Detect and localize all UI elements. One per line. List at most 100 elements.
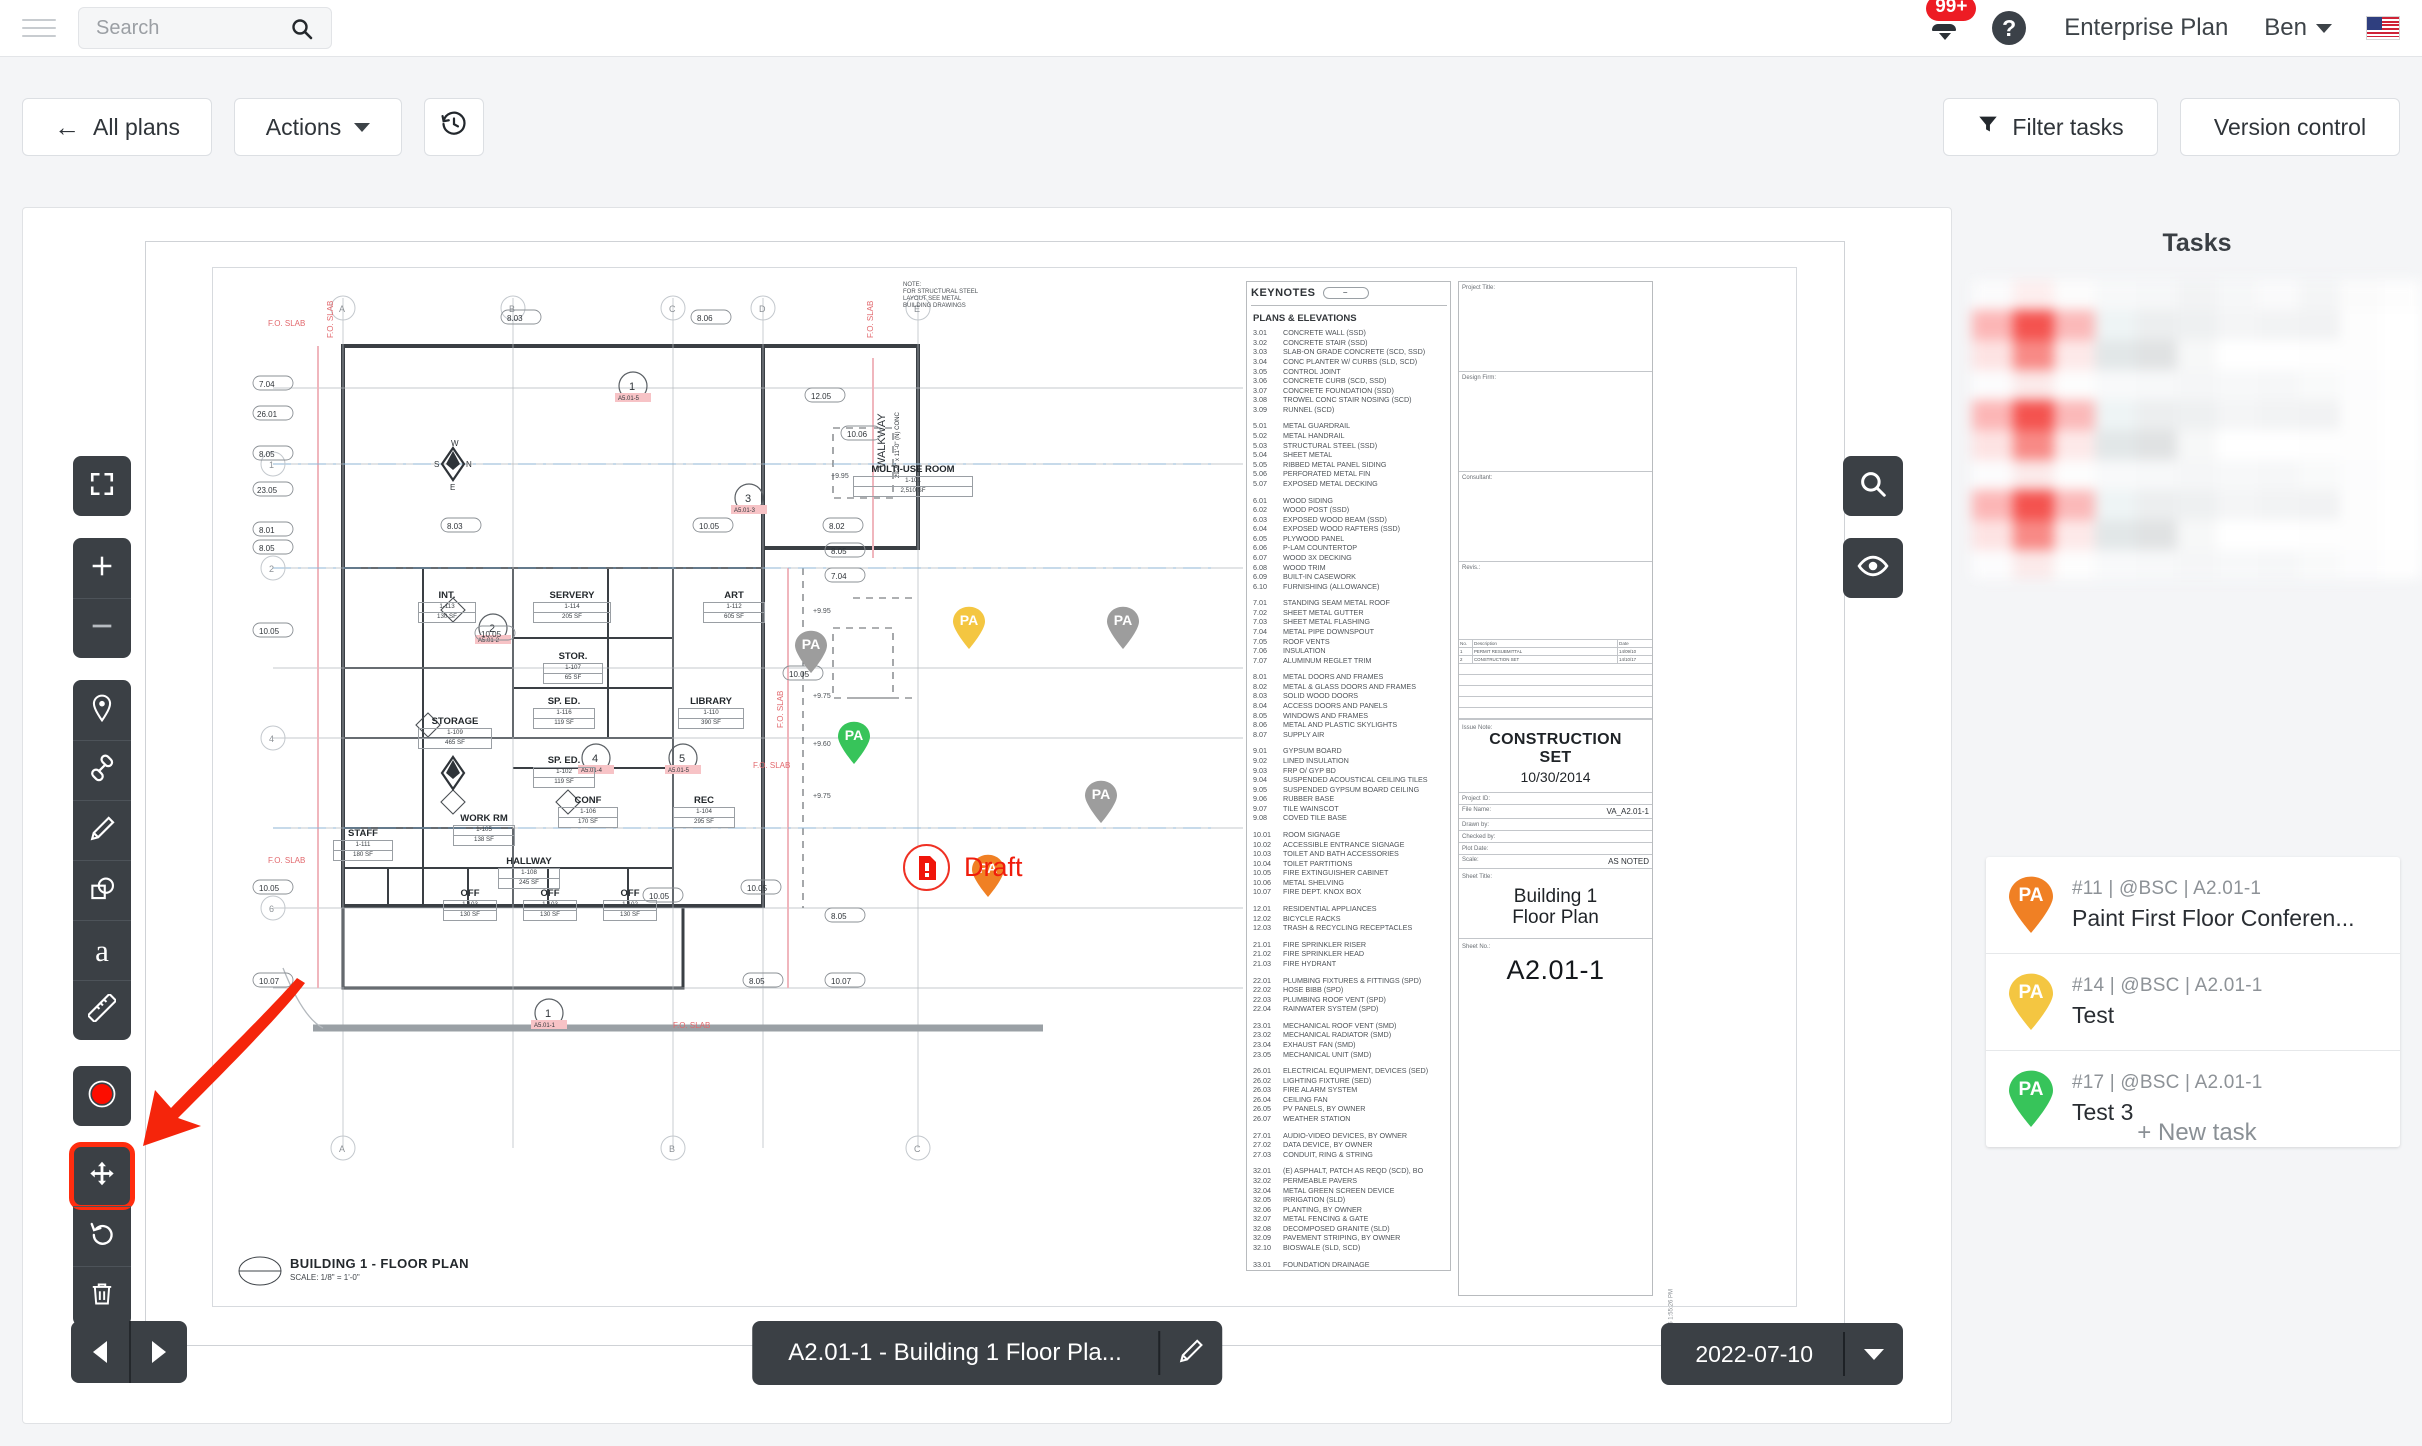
keynote-item: 9.02 LINED INSULATION [1251,756,1447,766]
revision-no: 1 [1459,648,1473,655]
undo-tool-button[interactable] [73,1206,131,1266]
keynote-item: 27.02 DATA DEVICE, BY OWNER [1251,1140,1447,1150]
keynote-item: 8.02 METAL & GLASS DOORS AND FRAMES [1251,682,1447,692]
keynote-code: 3.02 [1253,337,1267,347]
blurred-cell [2340,370,2382,400]
blurred-cell [1972,370,2013,400]
zoom-in-tool-button[interactable] [73,538,131,598]
blurred-cell [2217,490,2259,520]
sheet-name-pill[interactable]: A2.01-1 - Building 1 Floor Pla... [752,1321,1222,1385]
room-number: 1-104 [674,808,734,818]
room-label: OFF 1-102 130 SF [603,888,657,921]
link-tool-button[interactable] [73,740,131,800]
keynote-item: 32.10 BIOSWALE (SLD, SCD) [1251,1243,1447,1253]
svg-text:10.07: 10.07 [831,977,852,986]
ruler-icon [86,992,118,1027]
keynote-item: 26.02 LIGHTING FIXTURE (SED) [1251,1076,1447,1086]
version-date-dropdown-button[interactable] [1845,1348,1903,1360]
fullscreen-tool-button[interactable] [73,456,131,516]
delete-tool-button[interactable] [73,1266,131,1326]
keynotes-collapse-pill[interactable]: – [1322,287,1369,300]
plan-markup-pin[interactable]: PA [952,606,986,650]
notifications-button[interactable]: 99+ [1918,0,1977,50]
text-tool-button[interactable]: a [73,920,131,980]
plan-markup-pin[interactable]: PA [837,721,871,765]
plan-markup-pin[interactable]: PA [1106,606,1140,650]
blurred-cell [2217,460,2259,490]
blurred-row [1972,310,2422,340]
actions-button[interactable]: Actions [234,98,402,156]
hamburger-menu-icon[interactable] [22,15,56,41]
room-name: LIBRARY [690,696,732,707]
version-control-label: Version control [2213,113,2367,140]
history-button[interactable] [424,98,484,156]
measure-tool-button[interactable] [73,980,131,1040]
room-info-box: 1-102 130 SF [603,900,657,921]
record-tool-button[interactable] [73,1066,131,1126]
new-task-button[interactable]: + New task [1972,1119,2422,1147]
keynote-code: 22.02 [1253,985,1271,995]
search-icon [290,17,314,46]
blurred-cell [2135,460,2177,490]
version-date-pill[interactable]: 2022-07-10 [1661,1323,1903,1385]
search-input[interactable] [79,16,274,40]
user-menu[interactable]: Ben [2264,14,2332,42]
keynote-item: 6.03 EXPOSED WOOD BEAM (SSD) [1251,515,1447,525]
plan-markup-pin[interactable]: PA [1084,780,1118,824]
svg-text:B: B [669,1144,675,1154]
svg-text:7.04: 7.04 [831,572,847,581]
keynote-code: 3.06 [1253,376,1267,386]
search-box[interactable] [78,7,332,49]
svg-text:26.01: 26.01 [257,410,278,419]
plan-viewer[interactable]: AB CD E 12 46 AB C W N S E 1 A5.01-5 3 A… [22,207,1952,1424]
keynote-item: 3.08 TROWEL CONC STAIR NOSING (SCD) [1251,395,1447,405]
keynote-code: 9.05 [1253,784,1267,794]
move-tool-button[interactable] [69,1142,135,1210]
keynote-code: 5.05 [1253,459,1267,469]
svg-text:10.05: 10.05 [481,630,502,639]
room-label: REC 1-104 295 SF [673,795,735,828]
blurred-cell [2135,550,2177,579]
room-area: 119 SF [554,777,574,785]
plan-tier-label: Enterprise Plan [2064,14,2229,41]
blurred-cell [2381,280,2422,310]
keynote-code: 26.04 [1253,1094,1271,1104]
zoom-out-tool-button[interactable] [73,598,131,658]
keynote-item: 23.01 MECHANICAL ROOF VENT (SMD) [1251,1021,1447,1031]
keynote-text: WEATHER STATION [1283,1114,1351,1124]
draw-tool-button[interactable] [73,800,131,860]
edit-sheet-name-button[interactable] [1160,1338,1222,1369]
blurred-cell [2299,520,2341,550]
svg-text:8.05: 8.05 [831,912,847,921]
all-plans-button[interactable]: ← All plans [22,98,212,156]
svg-text:+9.95: +9.95 [831,473,849,480]
pin-tool-button[interactable] [73,680,131,740]
draft-markup-marker[interactable]: Draft [903,844,1023,891]
room-name: SP. ED. [547,696,581,707]
blurred-cell [2176,520,2218,550]
keynote-code: 8.05 [1253,710,1267,720]
us-flag-icon[interactable] [2366,16,2400,40]
version-control-button[interactable]: Version control [2180,98,2400,156]
blurred-cell [2094,280,2136,310]
svg-text:LAYOUT SEE METAL: LAYOUT SEE METAL [903,296,962,302]
task-list-item[interactable]: PA #11 | @BSC | A2.01-1 Paint First Floor … [1986,857,2400,953]
blurred-cell [2258,310,2300,340]
plan-search-button[interactable] [1843,456,1903,516]
previous-page-button[interactable] [71,1321,129,1383]
filter-tasks-button[interactable]: Filter tasks [1943,98,2158,156]
next-page-button[interactable] [129,1321,187,1383]
svg-text:B: B [509,304,515,314]
task-list-item[interactable]: PA #14 | @BSC | A2.01-1 Test [1986,953,2400,1050]
keynote-code: 7.05 [1253,636,1267,646]
keynote-text: FIRE SPRINKLER HEAD [1283,949,1365,959]
room-area: 138 SF [474,835,494,843]
room-info-box: 1-114 205 SF [533,602,611,623]
shape-tool-button[interactable] [73,860,131,920]
keynote-code: 33.01 [1253,1259,1271,1269]
plan-markup-pin[interactable]: PA [794,630,828,674]
visibility-button[interactable] [1843,538,1903,598]
help-button[interactable]: ? [1992,11,2027,45]
